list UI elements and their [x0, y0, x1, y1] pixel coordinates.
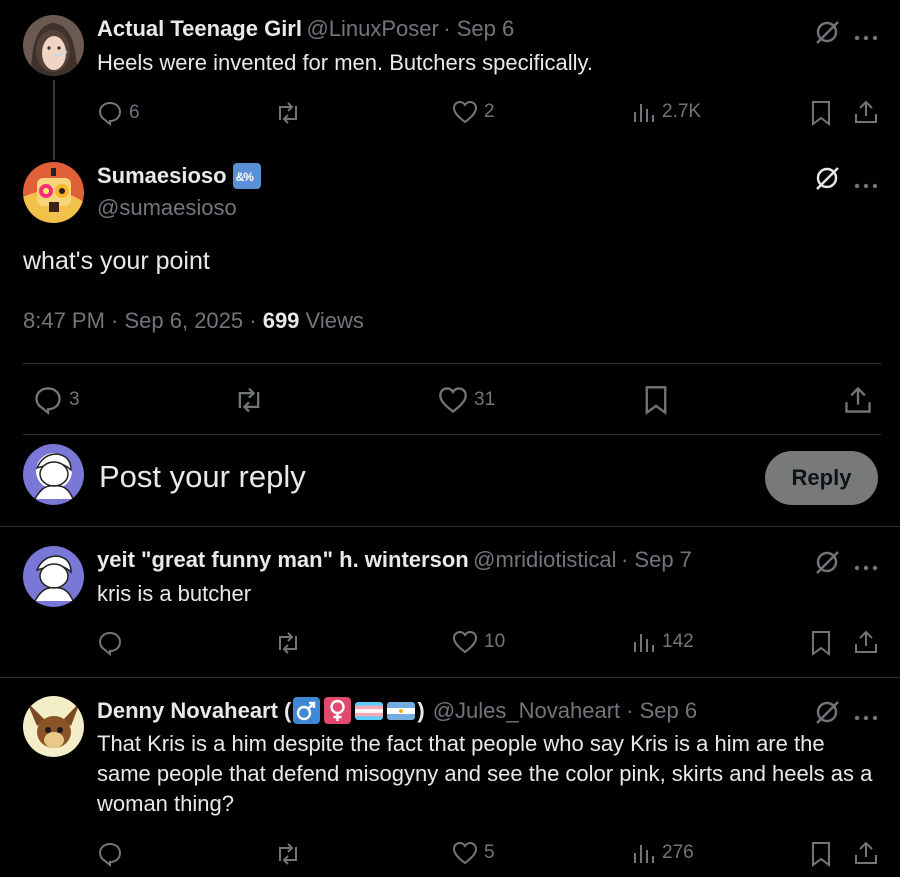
heart-icon — [452, 100, 478, 124]
divider — [23, 363, 881, 364]
author-name-suffix[interactable]: ) — [417, 698, 424, 724]
author-name[interactable]: Actual Teenage Girl — [97, 16, 302, 41]
bookmark-icon[interactable] — [643, 385, 669, 420]
divider — [23, 434, 881, 435]
reply-button[interactable]: Reply — [765, 451, 878, 505]
repost-icon — [279, 632, 297, 654]
author-handle[interactable]: @LinuxPoser — [306, 16, 438, 41]
views-icon — [634, 104, 654, 122]
like-count: 2 — [484, 101, 495, 122]
share-icon[interactable] — [853, 629, 879, 660]
grok-icon[interactable] — [813, 698, 841, 731]
reply-action[interactable]: 3 — [33, 385, 80, 415]
author-handle[interactable]: @sumaesioso — [97, 195, 237, 221]
reply-count: 3 — [69, 389, 80, 410]
like-action[interactable]: 31 — [438, 386, 495, 414]
post-date[interactable]: · Sep 7 — [621, 547, 692, 572]
author-name[interactable]: Sumaesioso — [97, 163, 227, 189]
tweet-text: Heels were invented for men. Butchers sp… — [97, 50, 594, 75]
bookmark-icon[interactable] — [810, 100, 832, 131]
avatar-denny-novaheart[interactable] — [23, 696, 84, 757]
timestamp[interactable]: 8:47 PM · Sep 6, 2025 · — [23, 308, 257, 333]
like-action[interactable]: 2 — [452, 100, 495, 124]
female-sign-emoji — [324, 697, 352, 724]
like-count: 10 — [484, 631, 506, 652]
share-icon[interactable] — [853, 840, 879, 871]
reply-action[interactable] — [97, 841, 123, 867]
divider — [0, 677, 900, 678]
reply-count: 6 — [129, 102, 140, 123]
post-date[interactable]: · Sep 6 — [626, 698, 697, 724]
share-icon[interactable] — [843, 385, 873, 420]
views-action[interactable]: 142 — [632, 630, 694, 654]
grok-icon[interactable] — [813, 18, 841, 51]
divider — [0, 526, 900, 527]
views-count: 2.7K — [662, 101, 702, 122]
views-count: 142 — [662, 631, 694, 652]
grok-icon[interactable] — [813, 548, 841, 581]
heart-icon — [439, 387, 467, 413]
author-name[interactable]: yeit "great funny man" h. winterson — [97, 547, 469, 572]
reply-icon — [98, 842, 122, 867]
tweet-text: That Kris is a him despite the fact that… — [97, 731, 873, 816]
avatar-current-user[interactable] — [23, 444, 84, 505]
repost-action[interactable] — [233, 385, 265, 415]
repost-action[interactable] — [274, 630, 302, 656]
post-date[interactable]: · Sep 6 — [443, 16, 514, 41]
views-count: 276 — [662, 842, 694, 863]
argentina-flag-emoji — [387, 701, 416, 720]
heart-icon — [452, 841, 478, 865]
bookmark-icon[interactable] — [810, 630, 832, 661]
views-icon — [634, 845, 654, 863]
views-action[interactable]: 2.7K — [632, 100, 701, 124]
repost-icon — [279, 843, 297, 865]
reply-action[interactable]: 6 — [97, 100, 140, 126]
transgender-flag-emoji — [355, 701, 384, 720]
reply-input[interactable]: Post your reply — [99, 459, 306, 495]
reply-icon — [35, 387, 61, 415]
male-sign-emoji — [293, 697, 321, 724]
author-handle[interactable]: @Jules_Novaheart — [433, 698, 620, 724]
repost-action[interactable] — [274, 100, 302, 126]
like-action[interactable]: 5 — [452, 841, 495, 865]
repost-action[interactable] — [274, 841, 302, 867]
main-tweet-text: what's your point — [23, 247, 210, 275]
views-icon — [634, 634, 654, 652]
views-action[interactable]: 276 — [632, 841, 694, 865]
thread-line — [53, 80, 55, 160]
like-count: 5 — [484, 842, 495, 863]
reply-icon — [98, 101, 122, 126]
bookmark-icon[interactable] — [810, 841, 832, 872]
reply-icon — [98, 631, 122, 656]
repost-icon — [279, 102, 297, 124]
symbols-emoji-badge: &% — [232, 163, 261, 189]
share-icon[interactable] — [853, 99, 879, 130]
grok-icon[interactable] — [813, 164, 841, 197]
repost-icon — [238, 387, 260, 413]
views-count: 699 — [262, 308, 300, 333]
heart-icon — [452, 630, 478, 654]
like-action[interactable]: 10 — [452, 630, 505, 654]
avatar-sumaesioso[interactable] — [23, 162, 84, 223]
more-icon[interactable] — [854, 176, 878, 194]
more-icon[interactable] — [854, 558, 878, 576]
like-count: 31 — [474, 389, 496, 410]
badge-text: &% — [235, 170, 254, 184]
more-icon[interactable] — [854, 28, 878, 46]
avatar-winterson[interactable] — [23, 546, 84, 607]
author-handle[interactable]: @mridiotistical — [473, 547, 616, 572]
author-name[interactable]: Denny Novaheart ( — [97, 698, 291, 724]
avatar-actual-teenage-girl[interactable] — [23, 15, 84, 76]
reply-action[interactable] — [97, 630, 123, 656]
more-icon[interactable] — [854, 708, 878, 726]
views-label: Views — [305, 308, 364, 333]
tweet-text: kris is a butcher — [97, 581, 252, 606]
